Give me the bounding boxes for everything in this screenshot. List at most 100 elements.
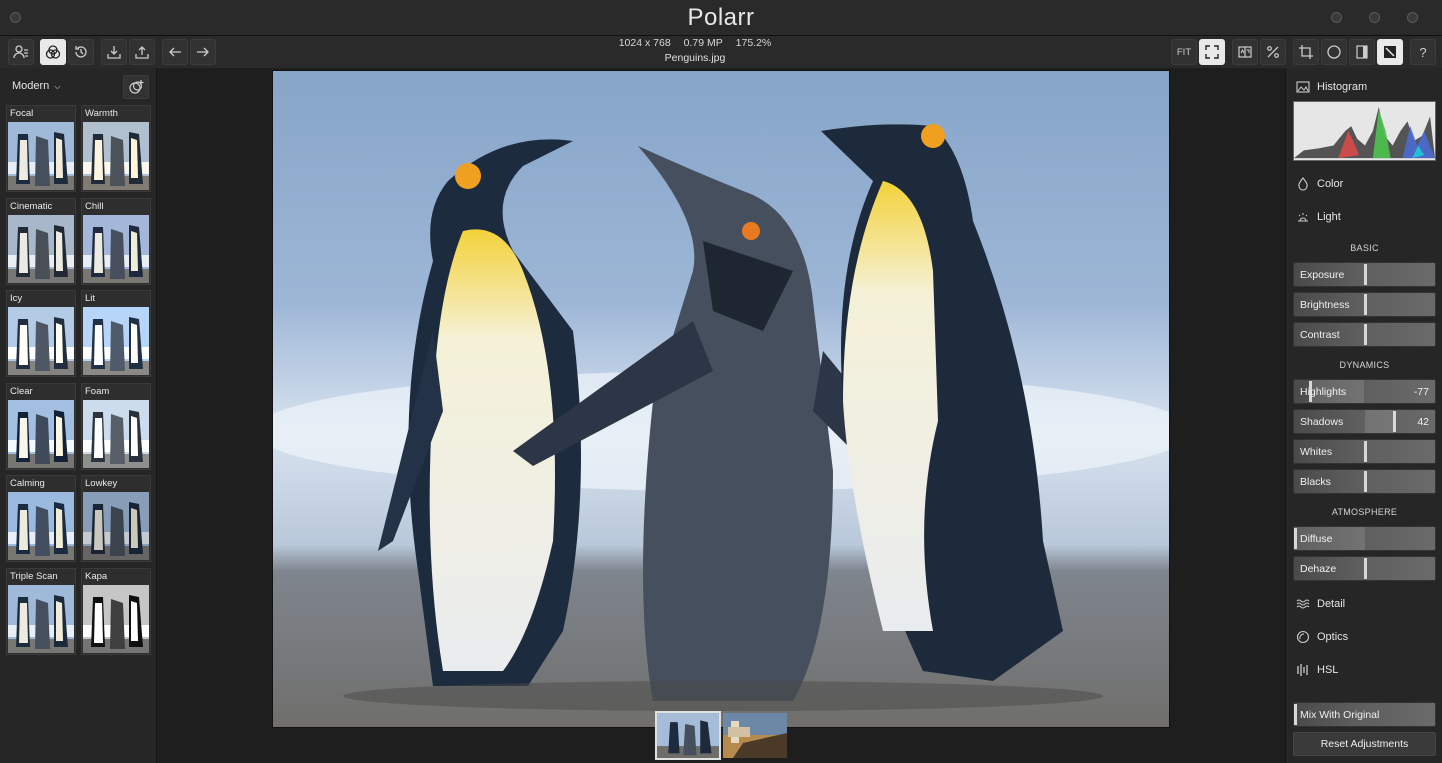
slider-handle[interactable] <box>1363 441 1367 462</box>
slider-handle[interactable] <box>1363 558 1367 579</box>
mix-with-original-label: Mix With Original <box>1300 709 1380 721</box>
slider-label: Diffuse <box>1300 533 1333 545</box>
export-icon[interactable] <box>129 39 155 65</box>
optics-section-header[interactable]: Optics <box>1296 630 1348 644</box>
minimize-button[interactable] <box>1331 12 1342 23</box>
undo-icon[interactable] <box>162 39 188 65</box>
slider-handle[interactable] <box>1294 528 1297 549</box>
preset-thumbnail <box>83 122 149 190</box>
fullscreen-icon[interactable] <box>1199 39 1225 65</box>
light-section-header[interactable]: Light <box>1296 210 1341 224</box>
maximize-button[interactable] <box>1369 12 1380 23</box>
title-bar: Polarr <box>0 0 1442 36</box>
compare-icon[interactable] <box>1232 39 1258 65</box>
atmosphere-section-title: ATMOSPHERE <box>1331 507 1398 517</box>
preset-group-label: Modern <box>12 80 50 92</box>
canvas-area <box>157 68 1285 763</box>
lens-icon <box>1296 630 1310 644</box>
drop-icon <box>1298 177 1308 191</box>
mix-slider-handle[interactable] <box>1294 704 1297 725</box>
highlights-slider[interactable]: Highlights -77 <box>1293 379 1436 404</box>
add-preset-icon[interactable] <box>123 75 149 99</box>
preset-triple-scan[interactable]: Triple Scan <box>6 567 76 655</box>
preset-label: Chill <box>85 200 104 212</box>
photo-preview[interactable] <box>272 70 1170 728</box>
slider-label: Contrast <box>1300 329 1340 341</box>
preset-thumbnail <box>8 584 74 653</box>
circle-mask-icon[interactable] <box>1321 39 1347 65</box>
preset-thumbnail <box>83 307 149 375</box>
dynamics-section-title: DYNAMICS <box>1339 360 1390 370</box>
hsl-section-header[interactable]: HSL <box>1296 663 1338 677</box>
preset-lit[interactable]: Lit <box>81 290 151 377</box>
contrast-slider[interactable]: Contrast <box>1293 322 1436 347</box>
color-section-header[interactable]: Color <box>1296 177 1343 191</box>
histogram-icon <box>1296 81 1310 93</box>
preset-label: Foam <box>85 385 110 397</box>
preset-thumbnail <box>83 399 149 468</box>
fit-button[interactable]: FIT <box>1171 39 1197 65</box>
preset-focal[interactable]: Focal <box>6 105 76 192</box>
optics-label: Optics <box>1317 631 1349 643</box>
slider-label: Exposure <box>1300 269 1345 281</box>
slider-value: -77 <box>1413 386 1429 398</box>
preset-warmth[interactable]: Warmth <box>81 105 151 192</box>
preset-clear[interactable]: Clear <box>6 382 76 470</box>
preset-label: Lit <box>85 293 96 304</box>
image-dimensions: 1024 x 768 <box>618 37 671 49</box>
slider-handle[interactable] <box>1363 471 1367 492</box>
exposure-slider[interactable]: Exposure <box>1293 262 1436 287</box>
preset-thumbnail <box>8 214 74 283</box>
history-icon[interactable] <box>68 39 94 65</box>
blacks-slider[interactable]: Blacks <box>1293 469 1436 494</box>
file-name: Penguins.jpg <box>664 52 726 64</box>
filmstrip-thumb-penguins[interactable] <box>655 711 721 760</box>
preset-thumbnail <box>8 307 74 375</box>
import-icon[interactable] <box>101 39 127 65</box>
brush-mask-icon[interactable] <box>1377 39 1403 65</box>
filmstrip-thumb-lighthouse[interactable] <box>723 713 787 758</box>
preset-lowkey[interactable]: Lowkey <box>81 475 151 562</box>
preset-label: Clear <box>10 385 33 397</box>
help-button[interactable]: ? <box>1410 39 1436 65</box>
brightness-slider[interactable]: Brightness <box>1293 292 1436 317</box>
slider-handle[interactable] <box>1363 294 1367 315</box>
image-info: 1024 x 768 0.79 MP 175.2% <box>560 37 830 49</box>
redo-icon[interactable] <box>190 39 216 65</box>
filters-icon[interactable] <box>40 39 66 65</box>
hsl-label: HSL <box>1317 664 1339 676</box>
percent-icon[interactable] <box>1260 39 1286 65</box>
preset-cinematic[interactable]: Cinematic <box>6 197 76 285</box>
preset-kapa[interactable]: Kapa <box>81 567 151 655</box>
close-button[interactable] <box>1407 12 1418 23</box>
preset-chill[interactable]: Chill <box>81 197 151 285</box>
preset-foam[interactable]: Foam <box>81 382 151 470</box>
shadows-slider[interactable]: Shadows 42 <box>1293 409 1436 434</box>
slider-handle[interactable] <box>1363 324 1367 345</box>
basic-section-title: BASIC <box>1350 243 1379 253</box>
preset-icy[interactable]: Icy <box>6 290 76 377</box>
slider-label: Dehaze <box>1300 563 1337 575</box>
reset-adjustments-button[interactable]: Reset Adjustments <box>1293 732 1436 756</box>
crop-icon[interactable] <box>1293 39 1319 65</box>
slider-label: Brightness <box>1300 299 1350 311</box>
diffuse-slider[interactable]: Diffuse <box>1293 526 1436 551</box>
preset-group-dropdown[interactable]: Modern ⌵ <box>12 80 60 92</box>
dehaze-slider[interactable]: Dehaze <box>1293 556 1436 581</box>
preset-calming[interactable]: Calming <box>6 475 76 562</box>
sun-cloud-icon <box>1298 213 1308 222</box>
image-megapixels: 0.79 MP <box>683 37 723 49</box>
mix-with-original-slider[interactable]: Mix With Original <box>1293 702 1436 727</box>
whites-slider[interactable]: Whites <box>1293 439 1436 464</box>
slider-handle[interactable] <box>1363 264 1367 285</box>
preset-label: Calming <box>10 478 45 489</box>
histogram-chart <box>1293 101 1436 161</box>
detail-section-header[interactable]: Detail <box>1296 597 1345 611</box>
histogram-header[interactable]: Histogram <box>1296 80 1367 94</box>
gradient-mask-icon[interactable] <box>1349 39 1375 65</box>
hsl-bars-icon <box>1297 664 1308 676</box>
slider-label: Highlights <box>1300 386 1347 398</box>
user-card-icon[interactable] <box>8 39 34 65</box>
light-label: Light <box>1317 211 1341 223</box>
slider-handle[interactable] <box>1393 411 1397 432</box>
